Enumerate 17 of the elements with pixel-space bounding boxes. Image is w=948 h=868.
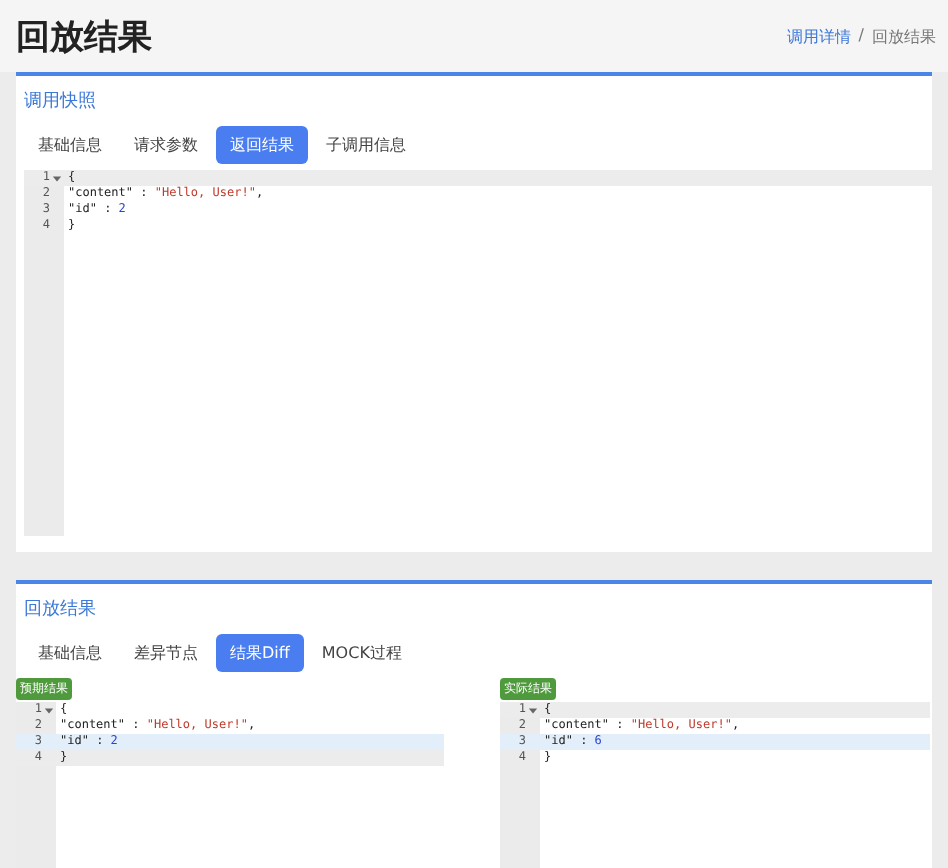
tab[interactable]: 差异节点 bbox=[120, 634, 212, 672]
panel-title: 回放结果 bbox=[24, 597, 96, 622]
tab[interactable]: MOCK过程 bbox=[307, 634, 416, 672]
panel-title: 调用快照 bbox=[24, 89, 96, 114]
fold-icon[interactable] bbox=[44, 705, 54, 715]
fold-icon[interactable] bbox=[52, 173, 62, 183]
breadcrumb-item: 回放结果 bbox=[872, 25, 936, 47]
fold-icon[interactable] bbox=[528, 705, 538, 715]
tab[interactable]: 结果Diff bbox=[216, 634, 304, 672]
breadcrumb-link[interactable]: 调用详情 bbox=[786, 25, 851, 47]
breadcrumb-item: / bbox=[858, 25, 864, 47]
tab[interactable]: 子调用信息 bbox=[312, 126, 420, 164]
page-title: 回放结果 bbox=[16, 15, 152, 59]
tab[interactable]: 返回结果 bbox=[216, 126, 308, 164]
tab[interactable]: 基础信息 bbox=[24, 126, 116, 164]
tab[interactable]: 基础信息 bbox=[24, 634, 116, 672]
tab[interactable]: 请求参数 bbox=[120, 126, 212, 164]
